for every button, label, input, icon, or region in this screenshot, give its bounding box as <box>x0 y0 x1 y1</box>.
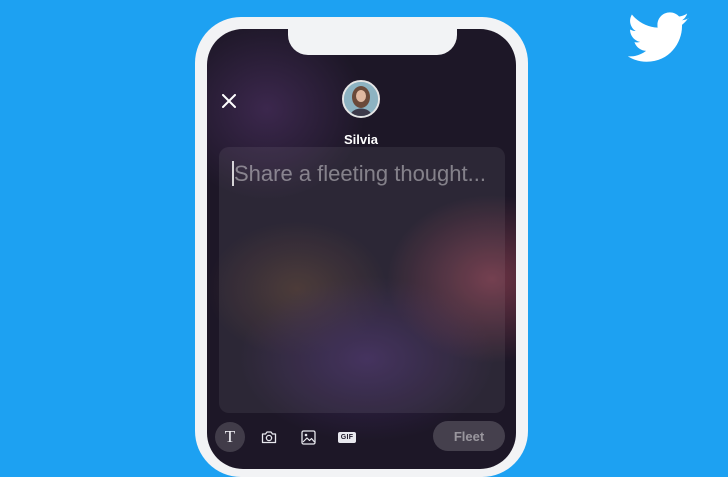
fleet-submit-button[interactable]: Fleet <box>433 421 505 451</box>
fleet-compose-screen: Silvia T GIF Fleet <box>207 29 516 469</box>
gif-button[interactable]: GIF <box>332 422 362 452</box>
image-icon <box>300 429 316 445</box>
avatar-photo <box>344 82 378 116</box>
camera-button[interactable] <box>254 422 284 452</box>
close-button[interactable] <box>217 89 241 113</box>
image-button[interactable] <box>293 422 323 452</box>
compose-box[interactable] <box>219 147 505 413</box>
camera-icon <box>261 431 277 444</box>
phone-notch <box>288 29 457 55</box>
gif-icon: GIF <box>337 431 357 443</box>
text-format-button[interactable]: T <box>215 422 245 452</box>
phone-frame: Silvia T GIF Fleet <box>195 17 528 477</box>
fleet-text-input[interactable] <box>231 159 502 189</box>
username-label: Silvia <box>344 132 378 147</box>
avatar[interactable] <box>342 80 380 118</box>
text-format-icon: T <box>224 427 236 446</box>
twitter-bird-icon <box>628 12 689 62</box>
close-icon <box>222 94 236 108</box>
